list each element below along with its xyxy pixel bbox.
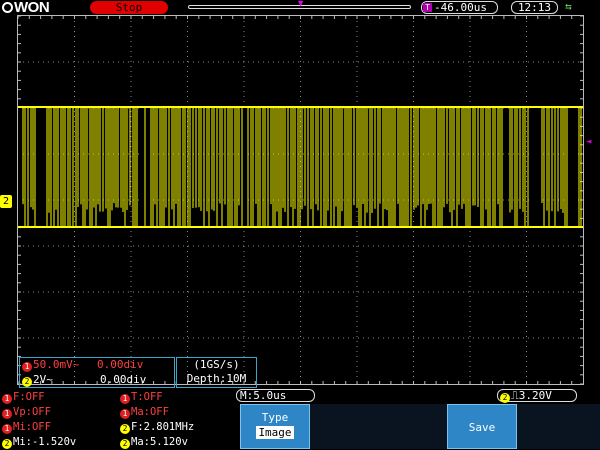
trigger-info: 2 ⎍3.20V: [497, 389, 577, 403]
ch1-scale-row: 1 50.0mV~ 0.00div: [22, 358, 174, 373]
trigger-position-value: -46.00us: [434, 1, 487, 14]
ch2-dot-icon: 2: [22, 377, 32, 387]
measurement-item: 2 Mi:-1.520v: [2, 436, 76, 449]
channel-dot-icon: 2: [120, 439, 130, 449]
trigger-position-readout: T -46.00us: [421, 1, 498, 14]
type-label: Type: [261, 411, 289, 424]
measurement-item: 1 Ma:OFF: [120, 406, 169, 419]
measurement-item: 2 Ma:5.120v: [120, 436, 188, 449]
measurement-item: 2 F:2.801MHz: [120, 421, 194, 434]
ch2-offset: 0.00div: [100, 373, 147, 386]
run-state-badge[interactable]: Stop: [90, 1, 168, 14]
channel-dot-icon: 2: [2, 439, 12, 449]
measurement-item: 1 Vp:OFF: [2, 406, 51, 419]
channel-dot-icon: 1: [2, 394, 12, 404]
usb-icon: ⇆: [565, 0, 572, 13]
rising-edge-icon: ⎍: [511, 389, 519, 402]
measurement-text: T:OFF: [131, 391, 163, 403]
channel-dot-icon: 1: [2, 424, 12, 434]
measurement-text: Mi:OFF: [13, 421, 51, 433]
type-menu-button[interactable]: Type Image: [240, 404, 310, 449]
save-button[interactable]: Save: [447, 404, 517, 449]
channel-dot-icon: 1: [120, 394, 130, 404]
graticule: [18, 16, 583, 384]
channel-dot-icon: 2: [120, 424, 130, 434]
trigger-level-marker-icon: ◄: [586, 137, 592, 147]
measurement-text: Ma:5.120v: [131, 436, 188, 448]
ch2-scale-row: 2 2V~ 0.00div: [22, 373, 174, 388]
measurement-text: Vp:OFF: [13, 406, 51, 418]
measurement-item: 1 F:OFF: [2, 391, 45, 404]
channel-2-marker[interactable]: 2: [0, 195, 12, 208]
measurement-item: 1 T:OFF: [120, 391, 163, 404]
owon-logo: WON: [2, 0, 64, 15]
measurement-item: 1 Mi:OFF: [2, 421, 51, 434]
measurement-text: Ma:OFF: [131, 406, 169, 418]
vertical-scale-box: 1 50.0mV~ 0.00div 2 2V~ 0.00div: [19, 357, 175, 388]
ch1-dot-icon: 1: [22, 362, 32, 372]
ch1-scale: 50.0mV~: [33, 358, 80, 371]
logo-o-icon: [2, 2, 13, 13]
trigger-channel-dot-icon: 2: [500, 393, 510, 403]
waveform-display: [17, 15, 584, 385]
measurement-text: F:OFF: [13, 391, 45, 403]
measurement-text: F:2.801MHz: [131, 421, 195, 433]
acquisition-box: (1GS/s) Depth:10M: [176, 357, 257, 388]
trigger-level: 3.20V: [518, 389, 552, 402]
memory-depth: Depth:10M: [186, 372, 247, 385]
trigger-icon: T: [423, 3, 432, 12]
logo-text: WON: [14, 0, 50, 16]
ch1-offset: 0.00div: [97, 358, 144, 371]
ch2-scale: 2V~: [33, 373, 53, 386]
trigger-position-marker-icon: ▼: [298, 0, 304, 9]
channel-dot-icon: 1: [2, 409, 12, 419]
sample-rate: (1GS/s): [193, 358, 240, 371]
measurement-panel: 1 F:OFF 1 T:OFF 1 Vp:OFF 1 Ma:OFF 1 Mi:OFF 2 F:2.80…: [0, 389, 236, 449]
measurement-text: Mi:-1.520v: [13, 436, 77, 448]
channel-dot-icon: 1: [120, 409, 130, 419]
type-value: Image: [256, 426, 294, 439]
timebase-readout: M:5.0us: [236, 389, 315, 402]
clock: 12:13: [511, 1, 558, 14]
